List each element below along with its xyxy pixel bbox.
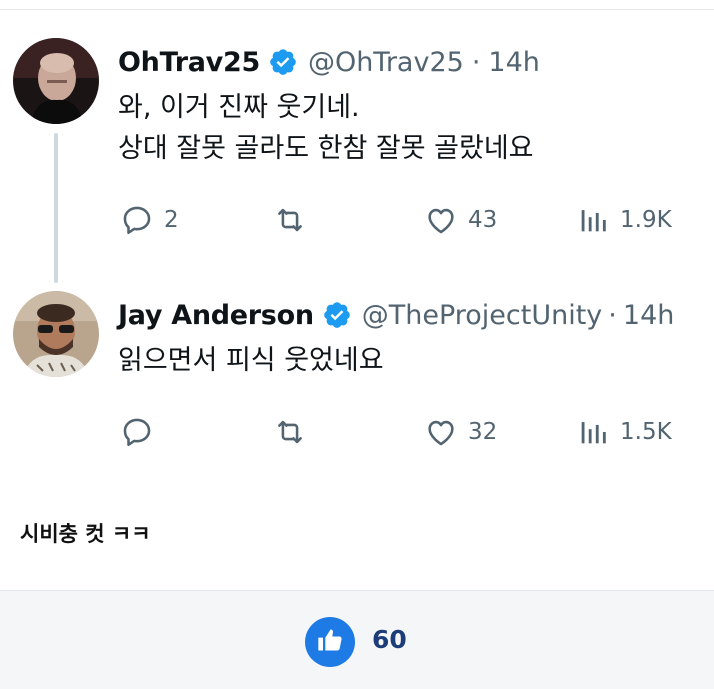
timestamp[interactable]: 14h [623, 300, 674, 331]
views-button[interactable]: 1.5K [576, 414, 672, 450]
avatar-jay-anderson[interactable] [13, 291, 99, 377]
recommend-button[interactable] [305, 617, 355, 667]
post-caption: 시비충 컷 ㅋㅋ [20, 522, 151, 546]
tweet-text-line-1: 읽으면서 피식 웃었네요 [118, 345, 384, 376]
views-icon [576, 415, 610, 449]
recommend-count: 60 [372, 625, 407, 654]
handle[interactable]: @TheProjectUnity [362, 300, 603, 331]
thumbs-up-icon [316, 626, 344, 658]
reply-icon [120, 415, 154, 449]
retweet-icon [272, 415, 308, 449]
separator-dot: · [608, 299, 617, 331]
views-count: 1.5K [620, 419, 672, 445]
retweet-button[interactable] [272, 414, 318, 450]
tweet-header: Jay Anderson @TheProjectUnity · 14h [118, 295, 674, 335]
like-icon [424, 415, 458, 449]
like-button[interactable]: 32 [424, 414, 497, 450]
verified-badge-icon [322, 300, 352, 330]
reply-button[interactable] [120, 414, 164, 450]
tweet-2: Jay Anderson @TheProjectUnity · 14h 읽으면서… [0, 0, 714, 470]
like-count: 32 [468, 419, 498, 445]
recommend-bar: 60 [0, 590, 714, 689]
display-name[interactable]: Jay Anderson [118, 300, 314, 331]
tweet-text: 읽으면서 피식 웃었네요 [118, 340, 384, 381]
